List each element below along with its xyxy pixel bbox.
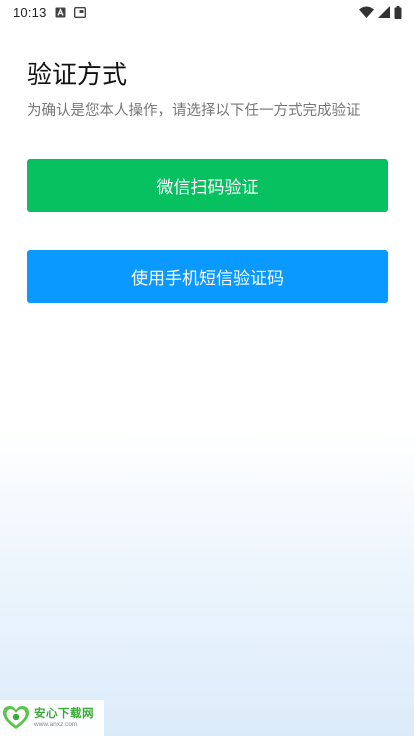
watermark-brand: 安心下载网: [34, 705, 94, 720]
wifi-icon: [359, 6, 374, 18]
sms-code-button[interactable]: 使用手机短信验证码: [27, 250, 388, 303]
watermark: 安心下载网 www.anxz.com: [0, 700, 104, 736]
a-box-icon: [55, 7, 66, 18]
status-left: 10:13: [13, 5, 86, 20]
signal-icon: [378, 6, 390, 18]
page-subtitle: 为确认是您本人操作，请选择以下任一方式完成验证: [27, 103, 361, 119]
status-time: 10:13: [13, 4, 47, 20]
watermark-text: 安心下载网 www.anxz.com: [34, 705, 94, 729]
watermark-url: www.anxz.com: [34, 721, 78, 728]
page-title: 验证方式: [27, 60, 128, 89]
photo-icon: [73, 6, 86, 18]
wechat-scan-label: 微信扫码验证: [156, 178, 259, 198]
wechat-scan-button[interactable]: 微信扫码验证: [27, 159, 388, 212]
sms-code-label: 使用手机短信验证码: [131, 269, 284, 289]
status-bar: 10:13: [0, 0, 414, 24]
battery-icon: [394, 5, 402, 19]
status-right: [359, 5, 402, 19]
heart-logo-icon: [2, 704, 30, 732]
